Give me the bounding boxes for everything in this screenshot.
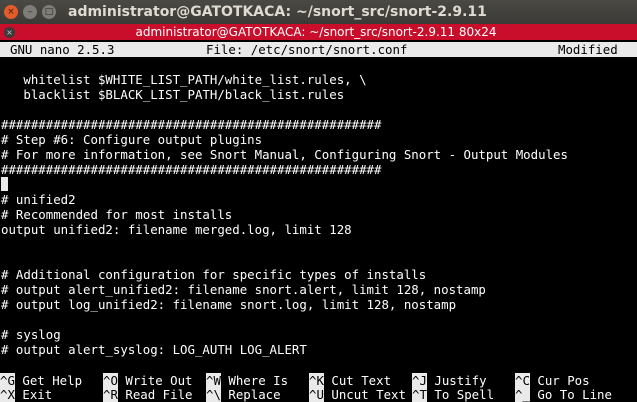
editor-line[interactable] <box>0 312 637 327</box>
editor-line[interactable] <box>0 102 637 117</box>
shortcut-to-spell[interactable]: ^T To Spell <box>412 387 494 402</box>
shortcut-key: ^T <box>412 387 427 402</box>
editor-line[interactable] <box>0 237 637 252</box>
shortcut-key: ^U <box>309 387 324 402</box>
shortcut-exit[interactable]: ^X Exit <box>0 387 52 402</box>
editor-line[interactable]: # output alert_unified2: filename snort.… <box>0 282 637 297</box>
minimize-icon[interactable]: – <box>23 5 37 19</box>
editor-line[interactable]: # output log_unified2: filename snort.lo… <box>0 297 637 312</box>
shortcut-label: Cut Text <box>323 373 392 388</box>
shortcut-label: Cur Pos <box>529 373 590 388</box>
shortcut-label: Where Is <box>220 373 289 388</box>
terminal-close-icon[interactable]: × <box>4 26 15 38</box>
editor-line[interactable]: # syslog <box>0 327 637 342</box>
shortcut-go-to-line[interactable]: ^_ Go To Line <box>515 387 612 402</box>
shortcut-replace[interactable]: ^\ Replace <box>206 387 281 402</box>
shortcut-label: Go To Line <box>529 387 612 402</box>
maximize-icon[interactable]: □ <box>42 5 56 19</box>
editor-line[interactable]: # Additional configuration for specific … <box>0 267 637 282</box>
editor-line[interactable]: # Recommended for most installs <box>0 207 637 222</box>
editor-line[interactable]: # unified2 <box>0 192 637 207</box>
nano-status: Modified <box>558 42 618 57</box>
shortcut-label: Justify <box>426 373 487 388</box>
shortcut-uncut-text[interactable]: ^U Uncut Text <box>309 387 406 402</box>
shortcut-label: Write Out <box>117 373 193 388</box>
shortcut-label: Read File <box>117 387 193 402</box>
shortcut-key: ^J <box>412 373 427 388</box>
shortcut-key: ^K <box>309 373 324 388</box>
shortcut-label: Get Help <box>14 373 83 388</box>
shortcut-key: ^O <box>103 373 118 388</box>
shortcut-bar-1: ^G Get Help ^O Write Out ^W Where Is ^K Cut… <box>0 373 637 388</box>
terminal-area[interactable]: GNU nano 2.5.3 File: /etc/snort/snort.co… <box>0 40 637 402</box>
shortcut-cur-pos[interactable]: ^C Cur Pos <box>515 373 590 388</box>
editor-line[interactable]: output unified2: filename merged.log, li… <box>0 222 637 237</box>
shortcut-read-file[interactable]: ^R Read File <box>103 387 193 402</box>
editor-line[interactable]: ########################################… <box>0 162 637 177</box>
terminal-tab-bar: × administrator@GATOTKACA: ~/snort_src/s… <box>0 24 637 40</box>
shortcut-get-help[interactable]: ^G Get Help <box>0 373 82 388</box>
shortcut-bar-2: ^X Exit ^R Read File ^\ Replace ^U Uncut Te… <box>0 387 637 402</box>
editor-line[interactable]: ########################################… <box>0 117 637 132</box>
editor-line[interactable]: # output alert_syslog: LOG_AUTH LOG_ALER… <box>0 342 637 357</box>
editor-line[interactable]: whitelist $WHITE_LIST_PATH/white_list.ru… <box>0 72 637 87</box>
nano-header-bar: GNU nano 2.5.3 File: /etc/snort/snort.co… <box>0 42 637 57</box>
shortcut-key: ^G <box>0 373 15 388</box>
nano-filename: File: /etc/snort/snort.conf <box>206 42 408 57</box>
shortcut-label: To Spell <box>426 387 495 402</box>
shortcut-write-out[interactable]: ^O Write Out <box>103 373 193 388</box>
shortcut-label: Replace <box>220 387 281 402</box>
shortcut-key: ^C <box>515 373 530 388</box>
text-cursor <box>1 177 8 191</box>
editor-line[interactable] <box>0 57 637 72</box>
terminal-tab-title: administrator@GATOTKACA: ~/snort_src/sno… <box>135 25 497 39</box>
nano-version: GNU nano 2.5.3 <box>10 42 115 57</box>
shortcut-key: ^R <box>103 387 118 402</box>
editor-line[interactable] <box>0 252 637 267</box>
shortcut-cut-text[interactable]: ^K Cut Text <box>309 373 391 388</box>
window-title: administrator@GATOTKACA: ~/snort_src/sno… <box>68 4 487 20</box>
editor-line[interactable]: blacklist $BLACK_LIST_PATH/black_list.ru… <box>0 87 637 102</box>
shortcut-where-is[interactable]: ^W Where Is <box>206 373 288 388</box>
shortcut-key: ^W <box>206 373 221 388</box>
editor-line[interactable]: # For more information, see Snort Manual… <box>0 147 637 162</box>
shortcut-key: ^X <box>0 387 15 402</box>
editor-line[interactable] <box>0 177 637 192</box>
close-icon[interactable]: × <box>4 5 18 19</box>
editor-line[interactable]: # Step #6: Configure output plugins <box>0 132 637 147</box>
shortcut-justify[interactable]: ^J Justify <box>412 373 487 388</box>
window-titlebar: × – □ administrator@GATOTKACA: ~/snort_s… <box>0 0 637 24</box>
shortcut-key: ^_ <box>515 387 530 402</box>
shortcut-label: Uncut Text <box>323 387 406 402</box>
shortcut-key: ^\ <box>206 387 221 402</box>
shortcut-label: Exit <box>14 387 53 402</box>
